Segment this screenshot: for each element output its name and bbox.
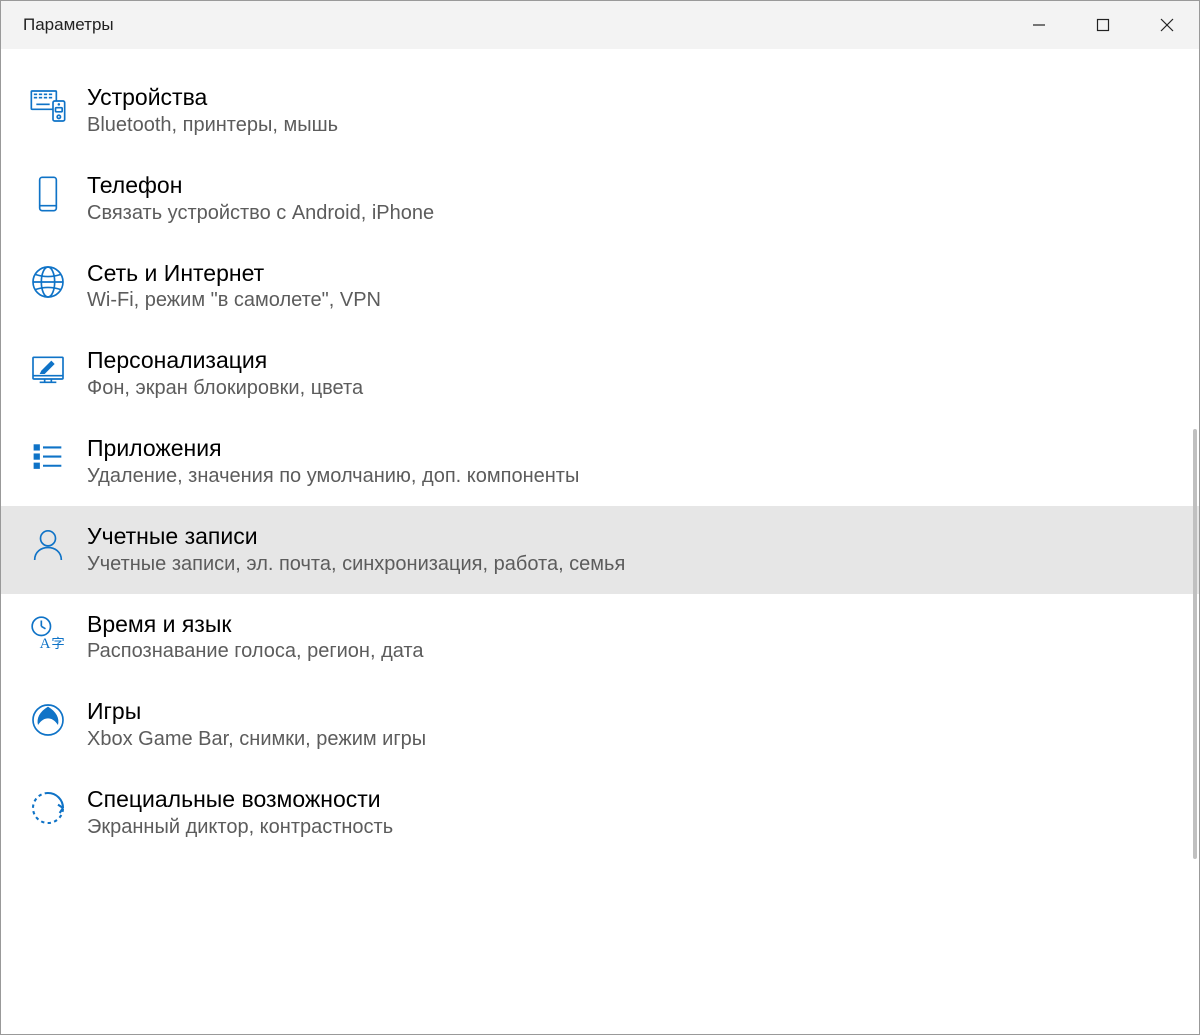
category-title: Время и язык — [87, 610, 423, 639]
apps-icon — [27, 436, 69, 478]
category-phone[interactable]: Телефон Связать устройство с Android, iP… — [1, 155, 1199, 243]
category-time-language[interactable]: A 字 Время и язык Распознавание голоса, р… — [1, 594, 1199, 682]
gaming-icon — [27, 699, 69, 741]
settings-category-list: Устройства Bluetooth, принтеры, мышь Тел… — [1, 49, 1199, 857]
category-devices[interactable]: Устройства Bluetooth, принтеры, мышь — [1, 67, 1199, 155]
category-desc: Фон, экран блокировки, цвета — [87, 375, 363, 402]
close-icon — [1160, 18, 1174, 32]
category-title: Специальные возможности — [87, 785, 393, 814]
globe-icon — [27, 261, 69, 303]
category-title: Телефон — [87, 171, 434, 200]
maximize-icon — [1096, 18, 1110, 32]
titlebar: Параметры — [1, 1, 1199, 49]
settings-window: Параметры — [0, 0, 1200, 1035]
category-desc: Распознавание голоса, регион, дата — [87, 638, 423, 665]
titlebar-controls — [1007, 1, 1199, 49]
category-desc: Bluetooth, принтеры, мышь — [87, 112, 338, 139]
category-network[interactable]: Сеть и Интернет Wi-Fi, режим "в самолете… — [1, 243, 1199, 331]
window-title: Параметры — [23, 15, 114, 35]
maximize-button[interactable] — [1071, 1, 1135, 49]
close-button[interactable] — [1135, 1, 1199, 49]
minimize-icon — [1032, 18, 1046, 32]
category-desc: Связать устройство с Android, iPhone — [87, 200, 434, 227]
category-desc: Учетные записи, эл. почта, синхронизация… — [87, 551, 625, 578]
svg-text:字: 字 — [51, 636, 64, 651]
category-desc: Удаление, значения по умолчанию, доп. ко… — [87, 463, 579, 490]
category-title: Устройства — [87, 83, 338, 112]
time-language-icon: A 字 — [27, 612, 69, 654]
category-desc: Xbox Game Bar, снимки, режим игры — [87, 726, 426, 753]
content-area: Устройства Bluetooth, принтеры, мышь Тел… — [1, 49, 1199, 1034]
category-title: Персонализация — [87, 346, 363, 375]
category-accessibility[interactable]: Специальные возможности Экранный диктор,… — [1, 769, 1199, 857]
category-title: Приложения — [87, 434, 579, 463]
category-desc: Wi-Fi, режим "в самолете", VPN — [87, 287, 381, 314]
minimize-button[interactable] — [1007, 1, 1071, 49]
category-apps[interactable]: Приложения Удаление, значения по умолчан… — [1, 418, 1199, 506]
category-desc: Экранный диктор, контрастность — [87, 814, 393, 841]
accessibility-icon — [27, 787, 69, 829]
svg-text:A: A — [40, 636, 51, 652]
personalization-icon — [27, 348, 69, 390]
category-gaming[interactable]: Игры Xbox Game Bar, снимки, режим игры — [1, 681, 1199, 769]
category-title: Учетные записи — [87, 522, 625, 551]
accounts-icon — [27, 524, 69, 566]
category-title: Игры — [87, 697, 426, 726]
scrollbar-thumb[interactable] — [1193, 429, 1197, 859]
phone-icon — [27, 173, 69, 215]
devices-icon — [27, 85, 69, 127]
category-accounts[interactable]: Учетные записи Учетные записи, эл. почта… — [1, 506, 1199, 594]
category-personalization[interactable]: Персонализация Фон, экран блокировки, цв… — [1, 330, 1199, 418]
category-title: Сеть и Интернет — [87, 259, 381, 288]
